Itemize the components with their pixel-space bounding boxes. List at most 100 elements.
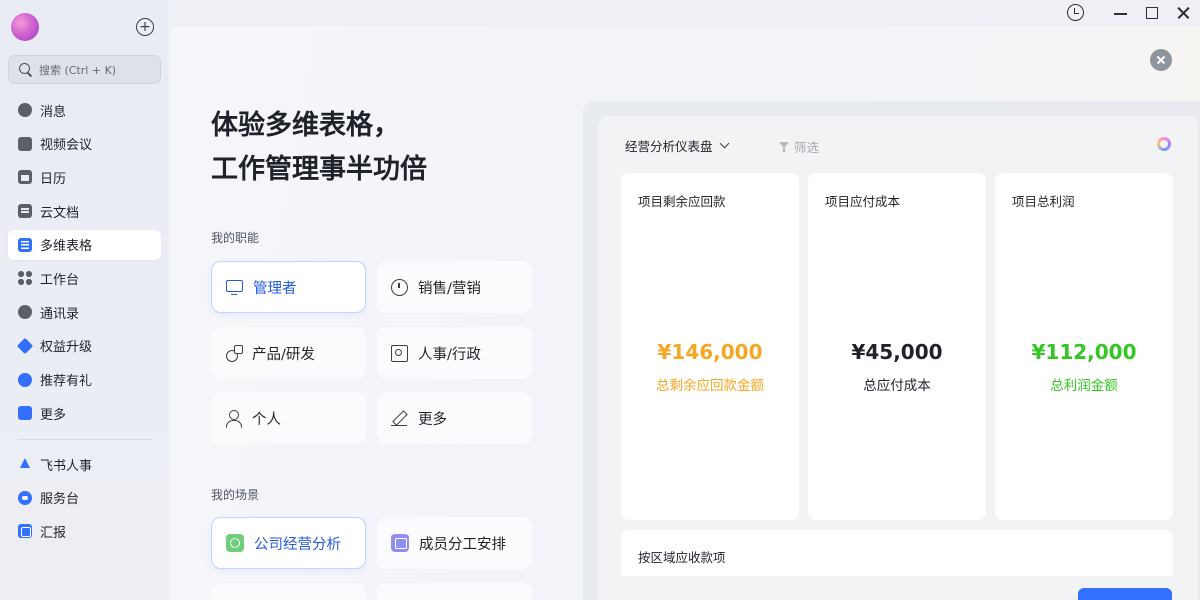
sidebar-item-label: 汇报 — [40, 525, 67, 541]
history-icon[interactable] — [1067, 4, 1084, 21]
headline-line-2: 工作管理事半功倍 — [211, 154, 427, 185]
contacts-icon — [18, 305, 32, 320]
sidebar-item-workplace[interactable]: 工作台 — [8, 263, 161, 293]
scene-label: 成员分工安排 — [419, 536, 506, 553]
sidebar-item-label: 日历 — [40, 171, 67, 187]
doc-icon — [18, 204, 32, 219]
metric-value: ¥112,000 — [1031, 340, 1137, 364]
metric-subtitle: 总剩余应回款金额 — [656, 378, 764, 394]
role-label: 个人 — [252, 411, 281, 428]
message-icon — [18, 103, 32, 117]
role-label: 人事/行政 — [418, 346, 481, 363]
sidebar-item-report[interactable]: 汇报 — [8, 516, 161, 546]
filter-button[interactable]: 筛选 — [779, 137, 819, 156]
scene-card-business-analysis[interactable]: 公司经营分析 — [211, 517, 366, 569]
add-button[interactable]: + — [136, 18, 154, 36]
sidebar-item-label: 推荐有礼 — [40, 374, 93, 389]
schedule-icon — [391, 534, 409, 552]
chart-bar — [1078, 588, 1172, 600]
sidebar-item-hr[interactable]: 飞书人事 — [8, 449, 161, 479]
referral-icon — [18, 372, 32, 387]
region-title: 按区域应收款项 — [638, 550, 726, 565]
scene-card-member-schedule[interactable]: 成员分工安排 — [377, 517, 532, 569]
role-card-product[interactable]: 产品/研发 — [211, 327, 366, 379]
sidebar-item-label: 飞书人事 — [40, 458, 93, 474]
metric-title: 项目剩余应回款 — [638, 194, 726, 209]
sidebar-item-label: 服务台 — [40, 492, 80, 508]
sidebar-item-label: 更多 — [40, 407, 67, 423]
sidebar-item-label: 多维表格 — [40, 239, 93, 255]
sidebar-item-label: 云文档 — [40, 205, 80, 221]
sidebar: + 搜索 (Ctrl + K) 消息 视频会议 日历 云文档 多维表格 工作台 — [0, 0, 168, 600]
filter-label: 筛选 — [794, 140, 820, 155]
person-icon — [225, 409, 242, 428]
analysis-icon — [226, 534, 244, 552]
ai-assistant-icon[interactable] — [1157, 137, 1171, 151]
role-card-manager[interactable]: 管理者 — [211, 261, 366, 313]
chevron-down-icon — [719, 138, 729, 149]
sidebar-item-contacts[interactable]: 通讯录 — [8, 297, 161, 327]
report-icon — [18, 524, 32, 539]
role-card-hr[interactable]: 人事/行政 — [377, 327, 532, 379]
minimize-icon[interactable] — [1114, 13, 1127, 15]
sidebar-item-docs[interactable]: 云文档 — [8, 196, 161, 226]
avatar[interactable] — [11, 13, 39, 41]
sidebar-item-label: 通讯录 — [40, 306, 80, 322]
role-card-personal[interactable]: 个人 — [211, 392, 366, 444]
more-icon — [18, 406, 32, 421]
sidebar-item-base[interactable]: 多维表格 — [8, 229, 161, 260]
search-icon — [19, 63, 32, 76]
role-label: 产品/研发 — [252, 346, 315, 363]
search-box[interactable]: 搜索 (Ctrl + K) — [8, 55, 161, 84]
base-icon — [18, 237, 32, 252]
upgrade-icon — [16, 337, 34, 354]
sidebar-item-service-desk[interactable]: 服务台 — [8, 483, 161, 513]
search-placeholder: 搜索 (Ctrl + K) — [39, 63, 117, 77]
roles-label: 我的职能 — [211, 231, 260, 245]
role-card-sales[interactable]: 销售/营销 — [377, 261, 532, 313]
timer-icon — [391, 278, 408, 296]
metric-value: ¥146,000 — [657, 340, 763, 364]
maximize-icon[interactable] — [1146, 7, 1158, 19]
sidebar-item-messages[interactable]: 消息 — [8, 95, 161, 125]
video-icon — [18, 136, 32, 151]
metric-value: ¥45,000 — [851, 340, 943, 364]
sidebar-item-label: 权益升级 — [40, 340, 93, 356]
dashboard-title[interactable]: 经营分析仪表盘 — [625, 136, 729, 155]
workplace-icon — [18, 271, 32, 286]
person-card-icon — [391, 344, 408, 362]
close-icon[interactable] — [1176, 4, 1190, 22]
headline: 体验多维表格， 工作管理事半功倍 — [211, 104, 427, 192]
sidebar-divider — [18, 439, 151, 440]
calendar-icon — [18, 170, 32, 185]
scene-card-partial[interactable] — [377, 583, 532, 600]
panel-close-icon[interactable] — [1150, 49, 1172, 71]
pen-icon — [391, 410, 408, 427]
sidebar-item-calendar[interactable]: 日历 — [8, 162, 161, 192]
role-label: 更多 — [418, 411, 447, 428]
sidebar-item-referral[interactable]: 推荐有礼 — [8, 365, 161, 395]
metric-title: 项目应付成本 — [825, 194, 901, 209]
metric-card-cost: 项目应付成本 ¥45,000 总应付成本 — [808, 173, 986, 520]
sidebar-apps: 飞书人事 服务台 汇报 — [8, 449, 161, 550]
sidebar-item-label: 视频会议 — [40, 138, 93, 154]
metric-title: 项目总利润 — [1012, 194, 1075, 209]
service-desk-icon — [18, 490, 32, 505]
scene-card-partial[interactable] — [211, 583, 366, 600]
scene-label: 公司经营分析 — [254, 536, 341, 553]
metric-card-receivable: 项目剩余应回款 ¥146,000 总剩余应回款金额 — [621, 173, 799, 520]
metric-card-profit: 项目总利润 ¥112,000 总利润金额 — [995, 173, 1173, 520]
plus-icon: + — [139, 19, 151, 35]
hr-icon — [18, 457, 32, 471]
product-icon — [225, 344, 243, 362]
sidebar-item-upgrade[interactable]: 权益升级 — [8, 331, 161, 361]
dashboard-title-text: 经营分析仪表盘 — [625, 139, 713, 154]
role-label: 管理者 — [253, 280, 297, 297]
monitor-icon — [226, 279, 243, 296]
metric-subtitle: 总应付成本 — [863, 378, 931, 394]
sidebar-item-more[interactable]: 更多 — [8, 398, 161, 428]
role-card-more[interactable]: 更多 — [377, 392, 532, 444]
filter-icon — [779, 141, 789, 152]
scenes-label: 我的场景 — [211, 488, 260, 502]
sidebar-item-video-meeting[interactable]: 视频会议 — [8, 129, 161, 159]
